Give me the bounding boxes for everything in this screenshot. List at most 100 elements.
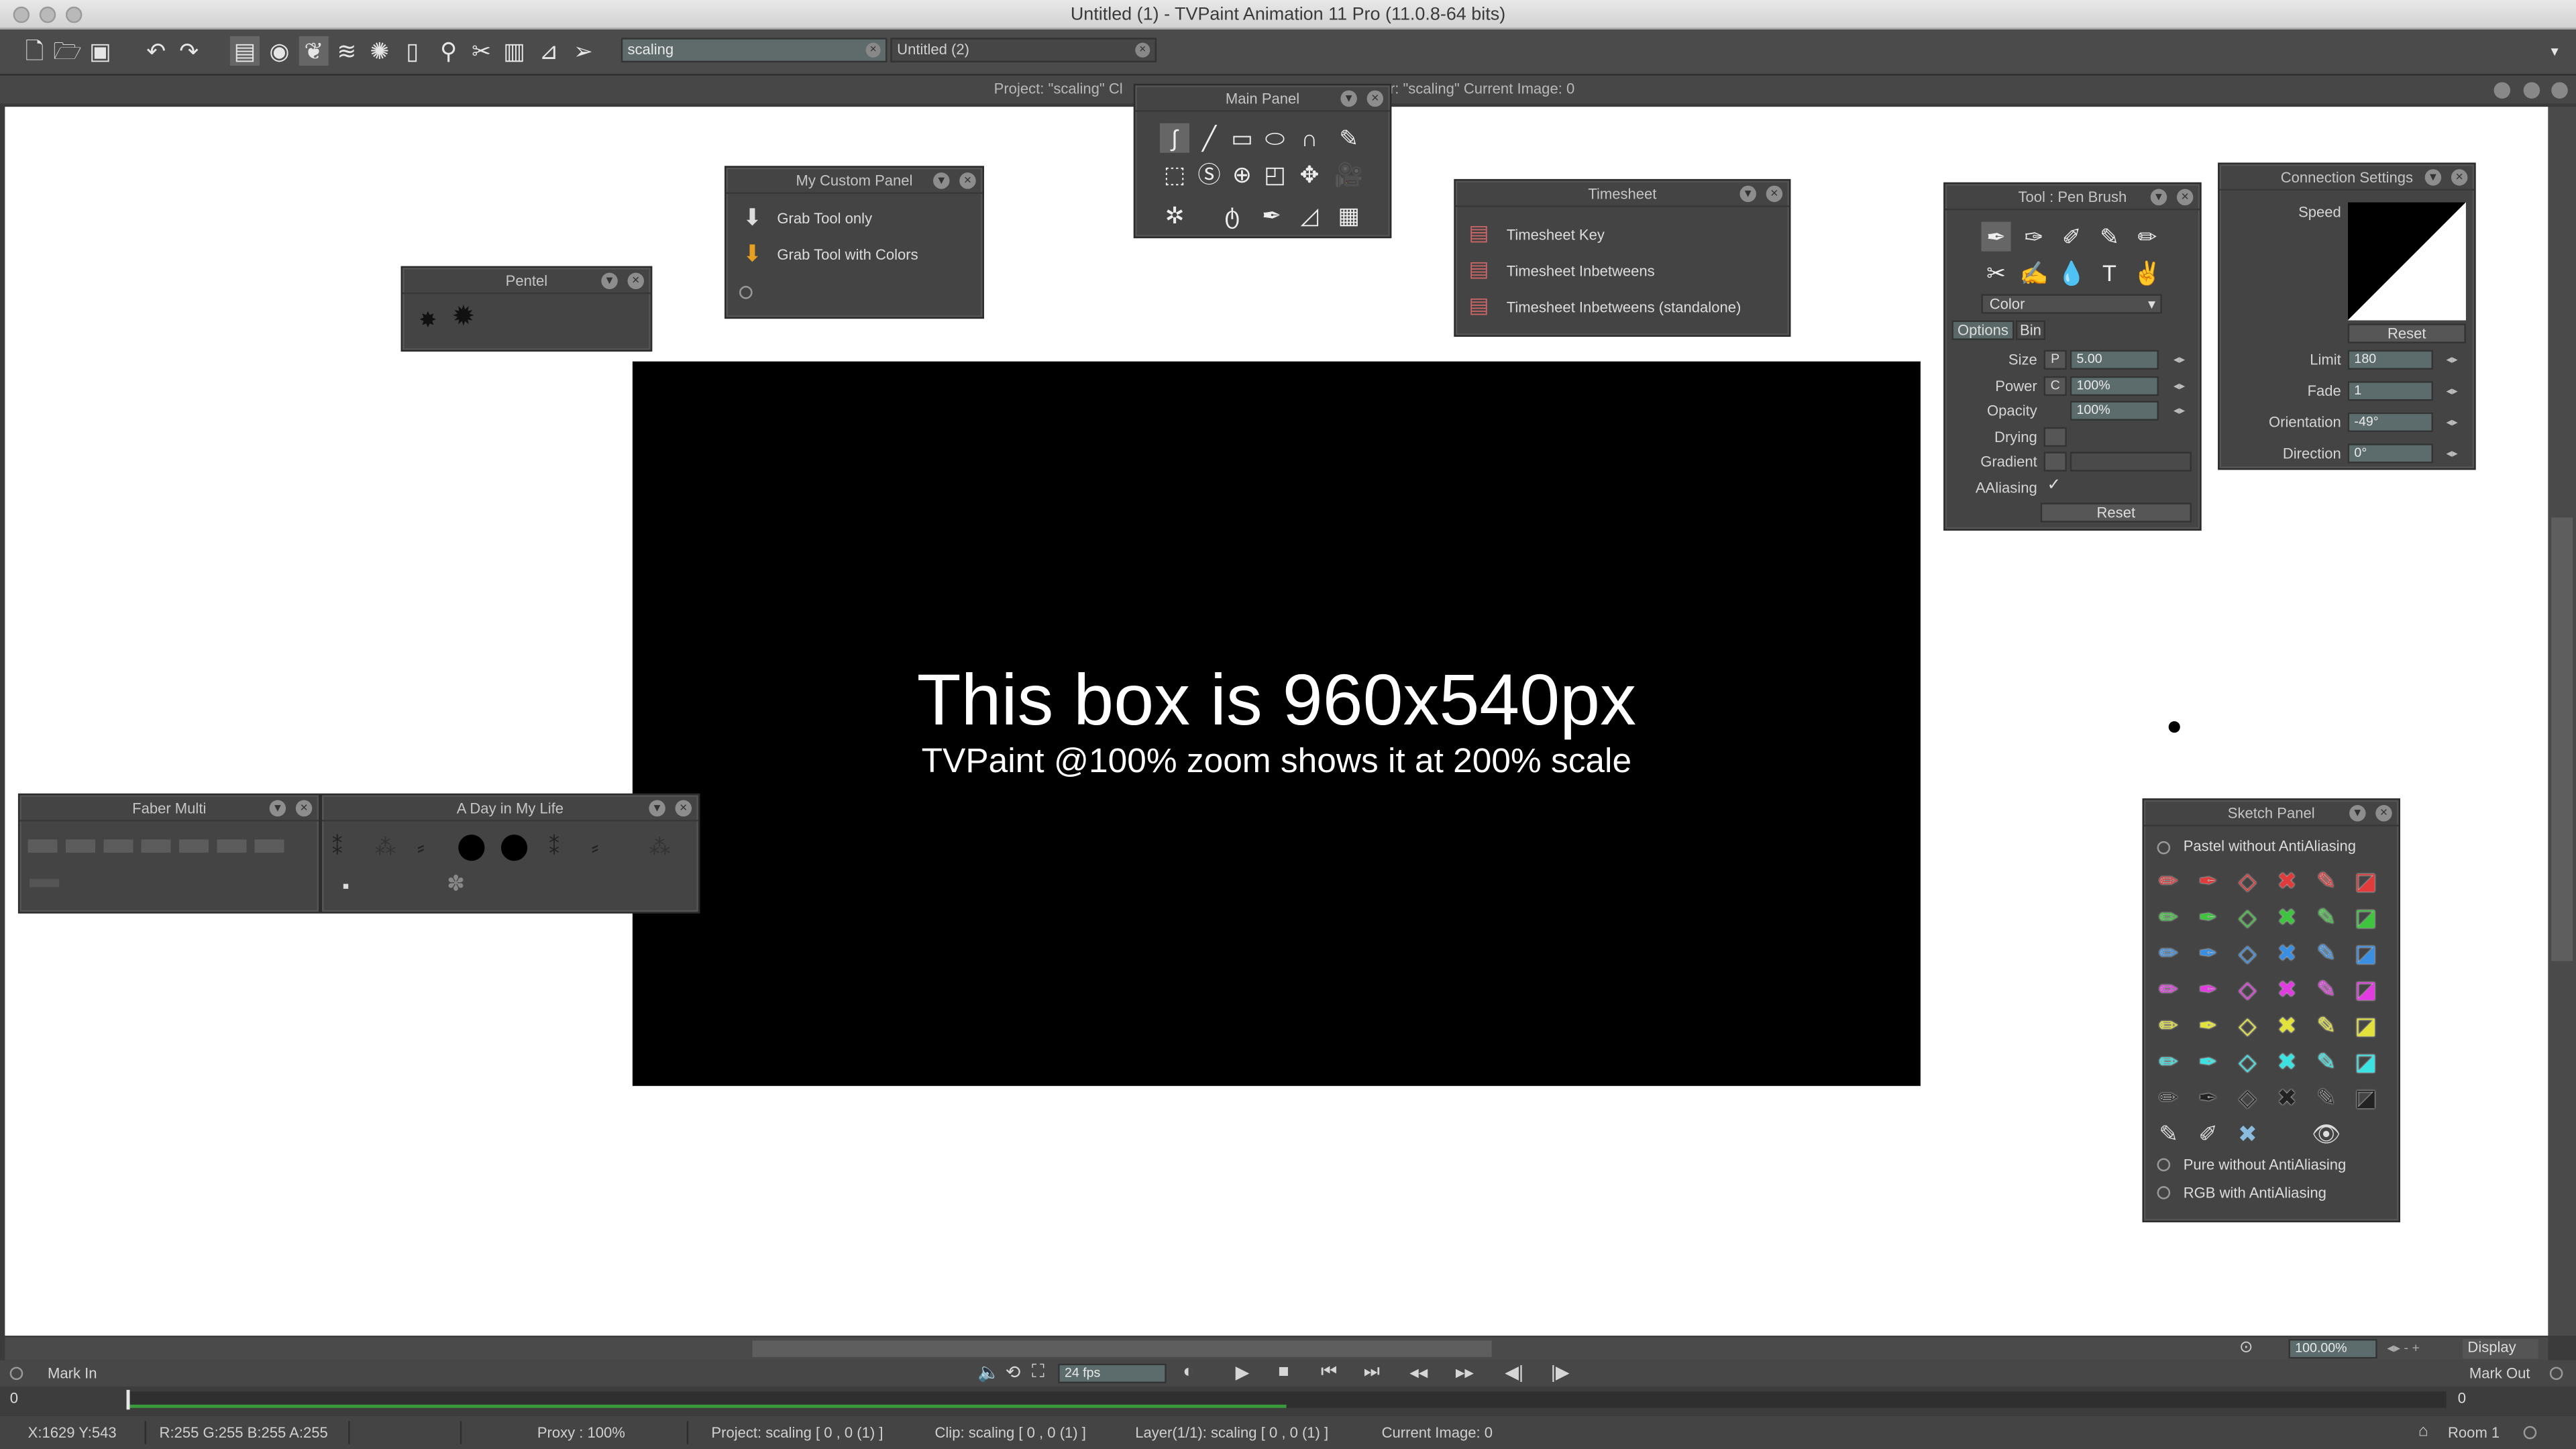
tab-scaling[interactable]: scaling × bbox=[621, 38, 888, 63]
sketch-eraser-1-icon[interactable]: ◪ bbox=[2351, 866, 2381, 896]
sketch-cross-2-icon[interactable]: ✖ bbox=[2272, 902, 2302, 932]
panel-menu-icon[interactable]: ▾ bbox=[1340, 90, 1357, 107]
opacity-field[interactable]: 100% bbox=[2070, 400, 2159, 421]
onion-skin-icon[interactable]: ◐ bbox=[1183, 1362, 1193, 1381]
pencil-icon[interactable]: ✏ bbox=[2133, 222, 2162, 252]
spline-tool-icon[interactable]: ∩ bbox=[1295, 123, 1324, 153]
tab-untitled-2[interactable]: Untitled (2) × bbox=[890, 38, 1157, 63]
canvas-image[interactable]: This box is 960x540px TVPaint @100% zoom… bbox=[632, 361, 1921, 1086]
pentel-brush-large[interactable]: ✹ bbox=[451, 303, 475, 331]
brush-preset-4[interactable] bbox=[458, 835, 485, 861]
brush-preset-3[interactable]: ⸗ bbox=[417, 835, 425, 861]
sketch-pencil-4-icon[interactable]: ✏ bbox=[2154, 974, 2184, 1004]
panel-close-icon[interactable]: × bbox=[1766, 185, 1783, 203]
sketch-diamond-3-icon[interactable]: ◇ bbox=[2233, 938, 2262, 967]
speed-curve-graph[interactable] bbox=[2347, 202, 2466, 321]
layers-icon[interactable]: ≋ bbox=[332, 36, 362, 66]
water-drop-icon[interactable]: 💧 bbox=[2057, 258, 2086, 287]
strip-menu-icon[interactable] bbox=[2493, 82, 2511, 99]
panel-close-icon[interactable]: × bbox=[2375, 805, 2392, 822]
save-icon[interactable]: ▣ bbox=[85, 36, 115, 66]
fade-field[interactable]: 1 bbox=[2347, 381, 2433, 401]
strip-minimize-icon[interactable] bbox=[2523, 82, 2540, 99]
brush-preset-6[interactable]: ⁑ bbox=[549, 835, 559, 861]
zoom-tool-icon[interactable]: ⊕ bbox=[1227, 160, 1256, 189]
brush-preset-9[interactable] bbox=[343, 883, 349, 889]
sketch-pencil-7-icon[interactable]: ✏ bbox=[2154, 1083, 2184, 1112]
room-selector[interactable]: Room 1 bbox=[2448, 1416, 2500, 1449]
ellipse-tool-icon[interactable]: ⬭ bbox=[1260, 123, 1289, 153]
undo-icon[interactable]: ↶ bbox=[142, 36, 171, 66]
brush-preset-10[interactable]: ✽ bbox=[447, 871, 465, 897]
sketch-cross-4-icon[interactable]: ✖ bbox=[2272, 974, 2302, 1004]
send-icon[interactable]: ➢ bbox=[568, 36, 598, 66]
magic-selection-icon[interactable]: Ⓢ bbox=[1194, 160, 1224, 189]
freehand-tool-icon[interactable]: ∫ bbox=[1159, 123, 1190, 153]
brush-preset-5[interactable] bbox=[500, 835, 528, 861]
opacity-stepper-icon[interactable]: ◂▸ bbox=[2174, 404, 2185, 417]
sketch-pen-3-icon[interactable]: ✒ bbox=[2193, 938, 2222, 967]
direction-stepper-icon[interactable]: ◂▸ bbox=[2447, 447, 2458, 460]
sketch-eraser-b-icon[interactable]: ✐ bbox=[2193, 1119, 2222, 1148]
limit-field[interactable]: 180 bbox=[2347, 350, 2433, 370]
lightbulb-icon[interactable]: ✺ bbox=[365, 36, 394, 66]
fullscreen-icon[interactable]: ⛶ bbox=[1032, 1362, 1044, 1383]
speed-reset-button[interactable]: Reset bbox=[2347, 323, 2466, 343]
panel-header[interactable]: Timesheet ▾ × bbox=[1455, 180, 1789, 207]
ruler-tool-icon[interactable]: ◿ bbox=[1295, 201, 1324, 230]
zoom-window-button[interactable] bbox=[65, 6, 83, 23]
panel-close-icon[interactable]: × bbox=[959, 172, 976, 189]
horizontal-scroll-thumb[interactable] bbox=[752, 1340, 1492, 1357]
smudge-icon[interactable]: ✌ bbox=[2133, 258, 2162, 287]
pen-tool-icon[interactable]: ✒ bbox=[1256, 201, 1286, 230]
loop-icon[interactable]: ⟲ bbox=[1006, 1362, 1021, 1383]
strip-close-icon[interactable] bbox=[2551, 82, 2568, 99]
panel-header[interactable]: Faber Multi ▾ × bbox=[19, 795, 319, 822]
sketch-eraser-5-icon[interactable]: ◪ bbox=[2351, 1010, 2381, 1040]
group-toggle-icon[interactable] bbox=[2157, 1186, 2171, 1199]
gradient-preview[interactable] bbox=[2070, 451, 2192, 472]
sketch-pencil-3-icon[interactable]: ✏ bbox=[2154, 938, 2184, 967]
close-tab-icon[interactable]: × bbox=[865, 42, 881, 58]
sketch-pencil-6-icon[interactable]: ✏ bbox=[2154, 1046, 2184, 1076]
panel-header[interactable]: My Custom Panel ▾ × bbox=[726, 168, 983, 194]
panel-close-icon[interactable]: × bbox=[627, 272, 645, 290]
room-icon[interactable]: ⌂ bbox=[2418, 1416, 2428, 1449]
timesheet-standalone-button[interactable]: ▤ Timesheet Inbetweens (standalone) bbox=[1466, 292, 1786, 322]
selection-tool-icon[interactable]: ⬚ bbox=[1160, 160, 1189, 189]
toolbar-menu-chevron-icon[interactable]: ▾ bbox=[2540, 36, 2569, 66]
search-icon[interactable]: ⚲ bbox=[434, 36, 464, 66]
sketch-diamond-6-icon[interactable]: ◇ bbox=[2233, 1046, 2262, 1076]
sketch-diamond-5-icon[interactable]: ◇ bbox=[2233, 1010, 2262, 1040]
redo-icon[interactable]: ↷ bbox=[174, 36, 204, 66]
text-tool-icon[interactable]: T bbox=[2094, 258, 2124, 287]
vertical-scroll-thumb[interactable] bbox=[2551, 517, 2573, 961]
panel-menu-icon[interactable]: ▾ bbox=[601, 272, 618, 290]
brush-preset-1[interactable]: ⁑ bbox=[332, 835, 343, 861]
sketch-brush-1-icon[interactable]: ✎ bbox=[2312, 866, 2341, 896]
sketch-diamond-1-icon[interactable]: ◇ bbox=[2233, 866, 2262, 896]
next-key-icon[interactable]: ▸▸ bbox=[1456, 1362, 1474, 1383]
color-wheel-icon[interactable]: ◉ bbox=[264, 36, 294, 66]
timeline-playhead[interactable] bbox=[126, 1389, 130, 1410]
sketch-brush-7-icon[interactable]: ✎ bbox=[2312, 1083, 2341, 1112]
orientation-stepper-icon[interactable]: ◂▸ bbox=[2447, 416, 2458, 429]
marker-icon[interactable]: ✎ bbox=[2094, 222, 2124, 252]
sketch-mix-cross-icon[interactable]: ✖ bbox=[2233, 1119, 2262, 1148]
close-tab-icon[interactable]: × bbox=[1135, 42, 1150, 58]
minimize-window-button[interactable] bbox=[39, 6, 56, 23]
group-toggle-icon[interactable] bbox=[2157, 841, 2171, 855]
ink-icon[interactable]: ✂ bbox=[1981, 258, 2010, 287]
panel-header[interactable]: Pentel ▾ × bbox=[402, 268, 651, 294]
zoom-field[interactable]: 100.00% bbox=[2288, 1338, 2377, 1359]
toolbox-icon[interactable]: ▤ bbox=[229, 36, 260, 66]
sketch-eraser-2-icon[interactable]: ◪ bbox=[2351, 902, 2381, 932]
grab-tool-colors-button[interactable]: ⬇ Grab Tool with Colors bbox=[736, 240, 979, 270]
power-field[interactable]: 100% bbox=[2070, 376, 2159, 396]
last-frame-icon[interactable]: ⏭ bbox=[1364, 1362, 1380, 1383]
panel-option-radio[interactable] bbox=[739, 286, 753, 299]
line-tool-icon[interactable]: ╱ bbox=[1194, 123, 1224, 153]
airbrush-icon[interactable]: ✑ bbox=[2019, 222, 2049, 252]
first-frame-icon[interactable]: ⏮ bbox=[1321, 1362, 1337, 1383]
reset-button[interactable]: Reset bbox=[2040, 502, 2192, 523]
